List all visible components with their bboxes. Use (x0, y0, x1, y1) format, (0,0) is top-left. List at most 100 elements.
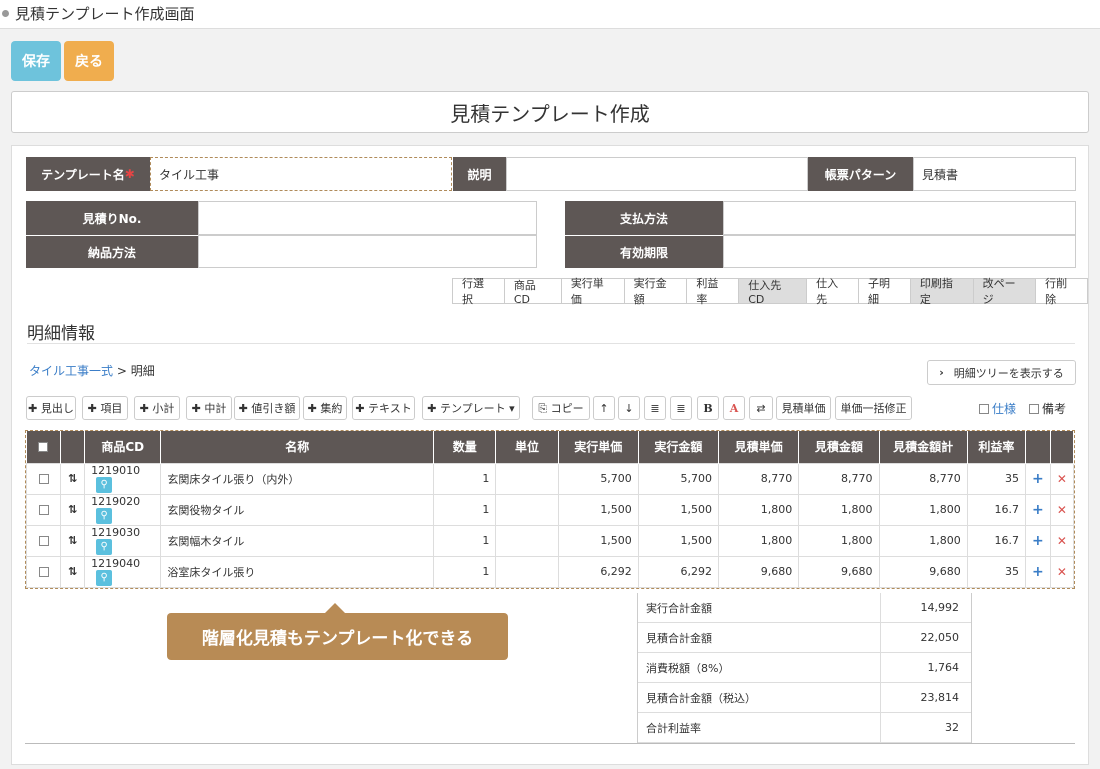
search-icon[interactable]: ⚲ (96, 508, 113, 524)
unit-cell[interactable] (495, 555, 559, 588)
plus-icon[interactable]: + (1032, 564, 1044, 580)
add-heading-button[interactable]: ✚ 見出し (26, 396, 76, 420)
column-tab[interactable]: 仕入先CD (739, 279, 808, 306)
show-tree-button[interactable]: › 明細ツリーを表示する (927, 360, 1076, 385)
code-cell: 1219040⚲ (84, 555, 162, 588)
column-tab[interactable]: 実行単価 (561, 277, 625, 306)
unit-cell[interactable] (495, 524, 559, 557)
back-button[interactable]: 戻る (64, 41, 114, 81)
table-bottom-border (25, 743, 1075, 744)
delivery-input[interactable] (198, 235, 537, 268)
add-text-button[interactable]: ✚ テキスト (352, 396, 415, 420)
column-tab[interactable]: 印刷指定 (910, 277, 974, 306)
margin-cell: 16.7 (966, 524, 1026, 557)
row-checkbox[interactable] (38, 505, 49, 515)
quote-price-cell[interactable]: 1,800 (718, 524, 800, 557)
summary-row: 合計利益率 32 (638, 713, 971, 743)
summary-label: 合計利益率 (638, 713, 881, 742)
search-icon[interactable]: ⚲ (96, 477, 113, 493)
qty-cell[interactable]: 1 (433, 524, 497, 557)
save-button[interactable]: 保存 (11, 41, 61, 81)
summary-label: 見積合計金額（税込） (638, 683, 881, 712)
qty-cell[interactable]: 1 (433, 462, 497, 495)
column-tab[interactable]: 仕入先 (807, 277, 859, 306)
name-cell[interactable]: 浴室床タイル張り (160, 555, 435, 588)
reorder-icon[interactable]: ⇅ (60, 462, 86, 495)
unit-cell[interactable] (495, 493, 559, 526)
template-name-label: テンプレート名 ✱ (26, 157, 150, 191)
add-discount-button[interactable]: ✚ 値引き額 (234, 396, 300, 420)
quote-price-cell[interactable]: 8,770 (718, 462, 800, 495)
search-icon[interactable]: ⚲ (96, 570, 113, 586)
spec-checkbox[interactable]: 仕様 (979, 400, 1016, 417)
qty-cell[interactable]: 1 (433, 555, 497, 588)
close-icon[interactable]: ✕ (1057, 472, 1067, 486)
select-all-checkbox[interactable] (38, 442, 49, 453)
quote-price-cell[interactable]: 9,680 (718, 555, 800, 588)
margin-cell: 16.7 (966, 493, 1026, 526)
breadcrumb-link[interactable]: タイル工事一式 (29, 364, 113, 378)
description-input[interactable] (506, 157, 808, 191)
column-tab[interactable]: 実行金額 (624, 277, 688, 306)
exec-amount-cell: 1,500 (637, 493, 720, 526)
quote-price-cell[interactable]: 1,800 (718, 493, 800, 526)
outdent-button[interactable]: ≣ (670, 396, 692, 420)
add-midtotal-button[interactable]: ✚ 中計 (186, 396, 232, 420)
row-checkbox[interactable] (38, 536, 49, 546)
indent-button[interactable]: ≣ (644, 396, 666, 420)
move-down-button[interactable]: ↓ (618, 396, 640, 420)
quote-no-label: 見積りNo. (26, 201, 198, 235)
add-template-button[interactable]: ✚ テンプレート ▾ (422, 396, 520, 420)
code-cell: 1219010⚲ (84, 462, 162, 495)
template-name-input[interactable]: タイル工事 (150, 157, 452, 191)
form-pattern-select[interactable]: 見積書 (913, 157, 1076, 191)
add-item-button[interactable]: ✚ 項目 (82, 396, 128, 420)
payment-input[interactable] (723, 201, 1076, 235)
quote-no-input[interactable] (198, 201, 537, 235)
unit-cell[interactable] (495, 462, 559, 495)
exec-price-cell[interactable]: 5,700 (557, 462, 639, 495)
qty-cell[interactable]: 1 (433, 493, 497, 526)
table-body: ⇅ 1219010⚲ 玄関床タイル張り（内外） 1 5,700 5,700 8,770 8,7… (25, 462, 1075, 588)
close-icon[interactable]: ✕ (1057, 565, 1067, 579)
search-icon[interactable]: ⚲ (96, 539, 113, 555)
bulk-price-edit-button[interactable]: 単価一括修正 (835, 396, 912, 420)
column-tab[interactable]: 行選択 (453, 277, 505, 306)
exec-price-cell[interactable]: 6,292 (557, 555, 639, 588)
reorder-icon[interactable]: ⇅ (60, 493, 86, 526)
close-icon[interactable]: ✕ (1057, 534, 1067, 548)
reorder-icon[interactable]: ⇅ (60, 524, 86, 557)
column-header: 実行金額 (638, 431, 720, 463)
plus-icon[interactable]: + (1032, 533, 1044, 549)
note-checkbox-box[interactable] (1029, 403, 1039, 414)
column-header (26, 431, 62, 463)
name-cell[interactable]: 玄関床タイル張り（内外） (160, 462, 435, 495)
copy-button[interactable]: ⎘ コピー (532, 396, 590, 420)
quote-price-button[interactable]: 見積単価 (776, 396, 831, 420)
reorder-icon[interactable]: ⇅ (60, 555, 86, 588)
name-cell[interactable]: 玄関幅木タイル (160, 524, 435, 557)
bullet-icon (2, 9, 9, 17)
exec-price-cell[interactable]: 1,500 (557, 524, 639, 557)
column-tab[interactable]: 子明細 (858, 277, 911, 306)
plus-icon[interactable]: + (1032, 502, 1044, 518)
add-aggregate-button[interactable]: ✚ 集約 (303, 396, 347, 420)
column-tab[interactable]: 利益率 (687, 277, 740, 306)
name-cell[interactable]: 玄関役物タイル (160, 493, 435, 526)
font-color-button[interactable]: A (723, 396, 745, 420)
column-tab[interactable]: 改ページ (973, 277, 1037, 306)
add-subtotal-button[interactable]: ✚ 小計 (134, 396, 180, 420)
close-icon[interactable]: ✕ (1057, 503, 1067, 517)
expiry-input[interactable] (723, 235, 1076, 268)
column-tab[interactable]: 商品CD (504, 279, 562, 306)
exec-price-cell[interactable]: 1,500 (557, 493, 639, 526)
column-tab[interactable]: 行削除 (1036, 277, 1088, 306)
plus-icon[interactable]: + (1032, 471, 1044, 487)
row-checkbox[interactable] (38, 567, 49, 577)
spec-checkbox-box[interactable] (979, 403, 989, 414)
swap-button[interactable]: ⇄ (749, 396, 773, 420)
move-up-button[interactable]: ↑ (593, 396, 615, 420)
row-checkbox[interactable] (38, 474, 49, 484)
note-checkbox[interactable]: 備考 (1029, 400, 1066, 417)
bold-button[interactable]: B (697, 396, 719, 420)
